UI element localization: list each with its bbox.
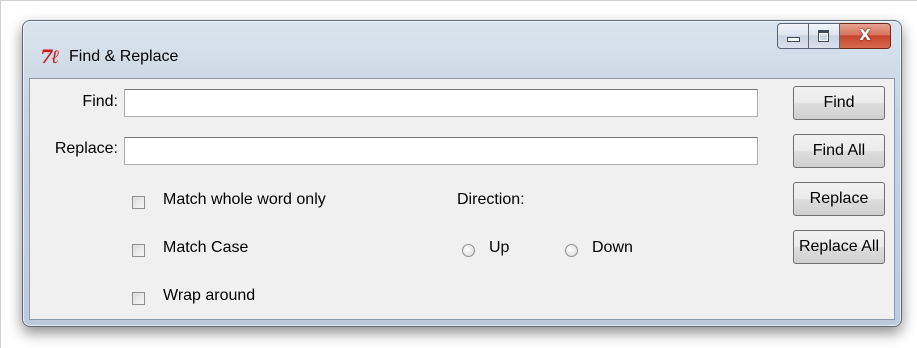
minimize-button[interactable]: [777, 23, 809, 49]
match-whole-word-checkbox[interactable]: [132, 196, 145, 209]
tk-feather-icon[interactable]: 7ℓ: [40, 46, 64, 68]
find-replace-dialog: 7ℓ Find & Replace X Find: Replace: Match…: [22, 20, 902, 327]
direction-up-radio[interactable]: [462, 244, 475, 257]
match-whole-word-label[interactable]: Match whole word only: [163, 189, 326, 211]
replace-input[interactable]: [124, 137, 758, 165]
find-button[interactable]: Find: [793, 86, 885, 120]
title-bar[interactable]: 7ℓ Find & Replace X: [23, 21, 901, 77]
find-label: Find:: [82, 93, 118, 110]
dialog-client-area: Find: Replace: Match whole word only Mat…: [29, 78, 895, 320]
find-all-button[interactable]: Find All: [793, 134, 885, 168]
direction-down-label[interactable]: Down: [592, 237, 633, 259]
replace-button[interactable]: Replace: [793, 182, 885, 216]
find-input[interactable]: [124, 89, 758, 117]
direction-up-label[interactable]: Up: [489, 237, 509, 259]
screen-border-left: [0, 0, 1, 348]
wrap-around-label[interactable]: Wrap around: [163, 285, 255, 307]
maximize-button[interactable]: [809, 23, 840, 49]
match-case-label[interactable]: Match Case: [163, 237, 248, 259]
replace-label: Replace:: [54, 140, 118, 157]
direction-down-radio[interactable]: [565, 244, 578, 257]
screen-border-top: [0, 0, 917, 1]
replace-all-button[interactable]: Replace All: [793, 230, 885, 264]
wrap-around-checkbox[interactable]: [132, 292, 145, 305]
direction-label: Direction:: [457, 191, 525, 208]
match-case-checkbox[interactable]: [132, 244, 145, 257]
close-button[interactable]: X: [840, 23, 891, 49]
close-icon: X: [859, 26, 871, 44]
window-title: Find & Replace: [69, 48, 179, 65]
maximize-icon: [818, 30, 829, 42]
minimize-icon: [787, 37, 800, 42]
caption-buttons: X: [777, 23, 891, 49]
